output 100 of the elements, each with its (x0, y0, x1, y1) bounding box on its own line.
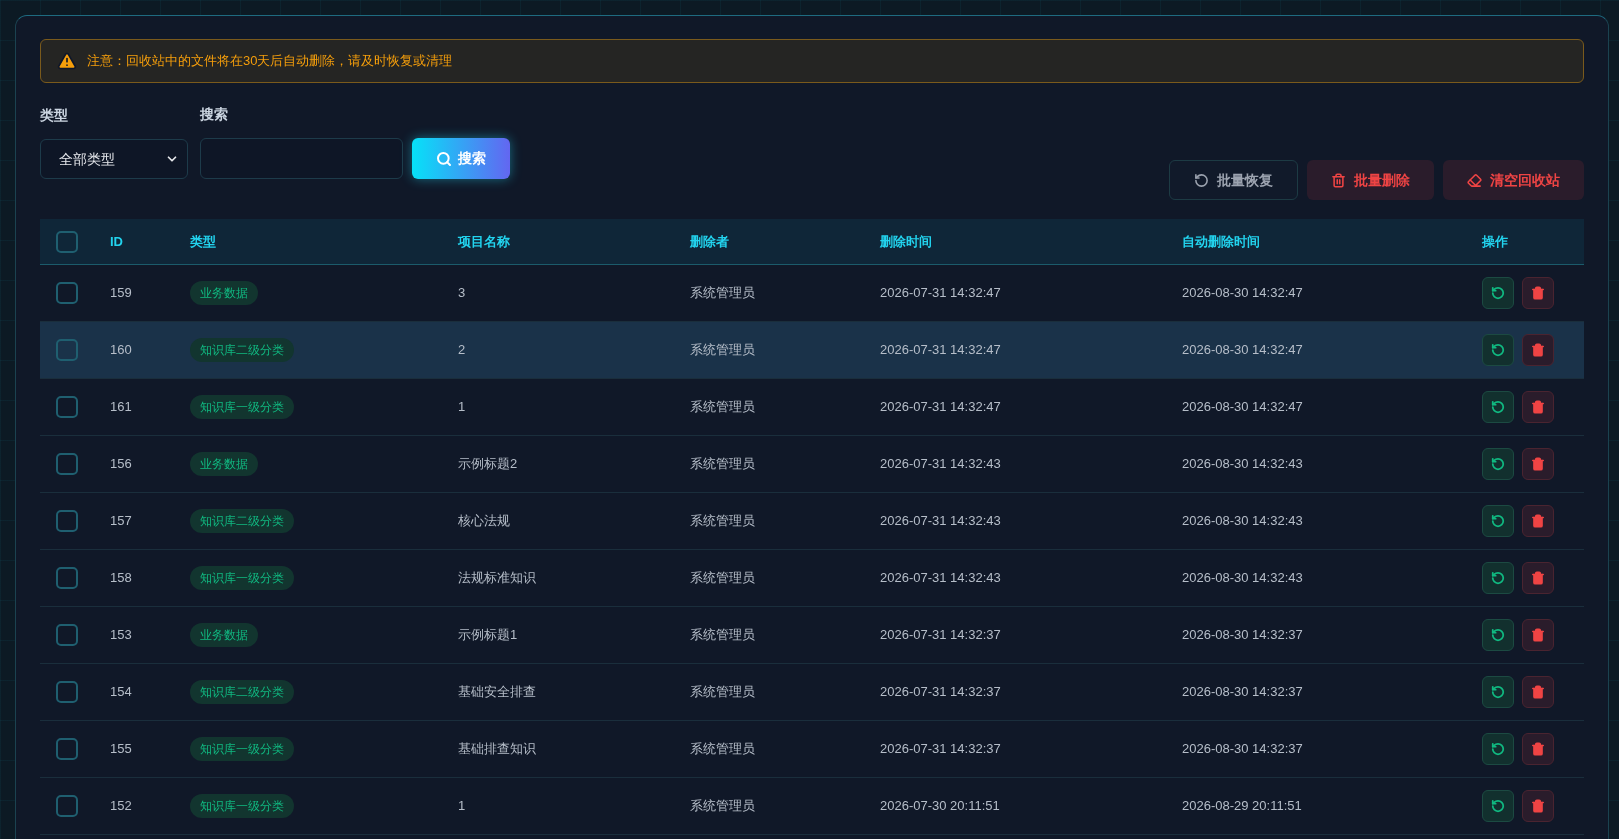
table-cell-text: 161 (110, 398, 132, 417)
trash-icon (1531, 400, 1545, 414)
undo-icon (1491, 400, 1505, 414)
table-cell-text: 示例标题1 (458, 626, 518, 645)
trash-icon (1531, 685, 1545, 699)
type-tag: 知识库二级分类 (190, 338, 294, 362)
table-cell-text: 系统管理员 (690, 512, 755, 531)
undo-icon (1194, 172, 1209, 188)
column-header: 类型 (190, 232, 216, 251)
table-cell-text: 2026-07-31 14:32:37 (880, 683, 1001, 702)
empty-bin-button[interactable]: 清空回收站 (1443, 160, 1584, 200)
table-cell-text: 154 (110, 683, 132, 702)
table-cell-text: 159 (110, 284, 132, 303)
table-cell-text: 2026-08-30 14:32:37 (1182, 740, 1303, 759)
table-cell-text: 2026-07-31 14:32:37 (880, 626, 1001, 645)
column-header: 删除时间 (880, 232, 932, 251)
table-cell-text: 2026-07-31 14:32:47 (880, 398, 1001, 417)
restore-button[interactable] (1482, 790, 1514, 822)
table-cell-text: 1 (458, 398, 466, 417)
table-cell-text: 基础排查知识 (458, 740, 536, 759)
delete-button[interactable] (1522, 448, 1554, 480)
restore-button[interactable] (1482, 277, 1514, 309)
table-cell-text: 系统管理员 (690, 398, 755, 417)
restore-button[interactable] (1482, 391, 1514, 423)
field-label: 类型 (40, 106, 69, 125)
table-cell-text: 系统管理员 (690, 284, 755, 303)
delete-button[interactable] (1522, 277, 1554, 309)
table-cell-text: 系统管理员 (690, 341, 755, 360)
restore-button[interactable] (1482, 334, 1514, 366)
delete-button[interactable] (1522, 505, 1554, 537)
table-cell-text: 系统管理员 (690, 626, 755, 645)
trash-icon (1531, 286, 1545, 300)
delete-button[interactable] (1522, 562, 1554, 594)
undo-icon (1491, 286, 1505, 300)
type-tag: 知识库一级分类 (190, 566, 294, 590)
table-cell-text: 155 (110, 740, 132, 759)
restore-button[interactable] (1482, 505, 1514, 537)
table-cell-text: 2026-08-29 20:11:51 (1182, 797, 1302, 816)
delete-button[interactable] (1522, 334, 1554, 366)
delete-button[interactable] (1522, 733, 1554, 765)
restore-button[interactable] (1482, 448, 1514, 480)
type-tag: 业务数据 (190, 281, 258, 305)
select-all-checkbox[interactable] (56, 230, 78, 253)
table-cell-text: 法规标准知识 (458, 569, 536, 588)
type-tag: 知识库一级分类 (190, 737, 294, 761)
type-tag: 知识库一级分类 (190, 395, 294, 419)
row-checkbox[interactable] (56, 282, 78, 304)
table-cell-text: 系统管理员 (690, 797, 755, 816)
search-icon (436, 150, 452, 167)
row-checkbox[interactable] (56, 738, 78, 760)
restore-button[interactable] (1482, 619, 1514, 651)
table-cell-text: 2026-07-31 14:32:37 (880, 740, 1001, 759)
table-cell-text: 2 (458, 341, 466, 360)
table-cell-text: 2026-07-31 14:32:43 (880, 455, 1001, 474)
batch-delete-button[interactable]: 批量删除 (1307, 160, 1434, 200)
table-cell-text: 156 (110, 455, 132, 474)
batch-restore-button[interactable]: 批量恢复 (1169, 160, 1298, 200)
trash-icon (1531, 799, 1545, 813)
row-checkbox[interactable] (56, 795, 78, 817)
table-cell-text: 示例标题2 (458, 455, 518, 474)
table-cell-text: 2026-07-31 14:32:47 (880, 284, 1001, 303)
delete-button[interactable] (1522, 676, 1554, 708)
row-checkbox[interactable] (56, 567, 78, 589)
trash-icon (1531, 628, 1545, 642)
type-tag: 知识库二级分类 (190, 680, 294, 704)
table-cell-text: 2026-07-31 14:32:43 (880, 512, 1001, 531)
row-checkbox[interactable] (56, 453, 78, 475)
search-field[interactable] (200, 138, 403, 179)
undo-icon (1491, 571, 1505, 585)
eraser-icon (1467, 172, 1482, 188)
row-checkbox[interactable] (56, 681, 78, 703)
undo-icon (1491, 343, 1505, 357)
search-button[interactable]: 搜索 (412, 138, 510, 179)
restore-button[interactable] (1482, 733, 1514, 765)
row-checkbox[interactable] (56, 624, 78, 646)
type-tag: 知识库二级分类 (190, 509, 294, 533)
table-cell-text: 157 (110, 512, 132, 531)
restore-button[interactable] (1482, 562, 1514, 594)
type-select[interactable]: 全部类型 (40, 139, 188, 179)
undo-icon (1491, 457, 1505, 471)
delete-button[interactable] (1522, 391, 1554, 423)
row-checkbox[interactable] (56, 510, 78, 532)
table-cell-text: 160 (110, 341, 132, 360)
table-cell-text: 2026-08-30 14:32:47 (1182, 398, 1303, 417)
row-checkbox[interactable] (56, 396, 78, 418)
undo-icon (1491, 742, 1505, 756)
delete-button[interactable] (1522, 790, 1554, 822)
table-cell-text: 核心法规 (458, 512, 510, 531)
table-cell-text: 系统管理员 (690, 683, 755, 702)
restore-button[interactable] (1482, 676, 1514, 708)
table-cell-text: 158 (110, 569, 132, 588)
table-cell-text: 2026-08-30 14:32:37 (1182, 626, 1303, 645)
table-cell-text: 2026-07-31 14:32:47 (880, 341, 1001, 360)
warning-icon (57, 51, 77, 71)
undo-icon (1491, 799, 1505, 813)
delete-button[interactable] (1522, 619, 1554, 651)
row-checkbox[interactable] (56, 339, 78, 361)
column-header: ID (110, 232, 123, 251)
trash-icon (1531, 457, 1545, 471)
trash-icon (1531, 571, 1545, 585)
